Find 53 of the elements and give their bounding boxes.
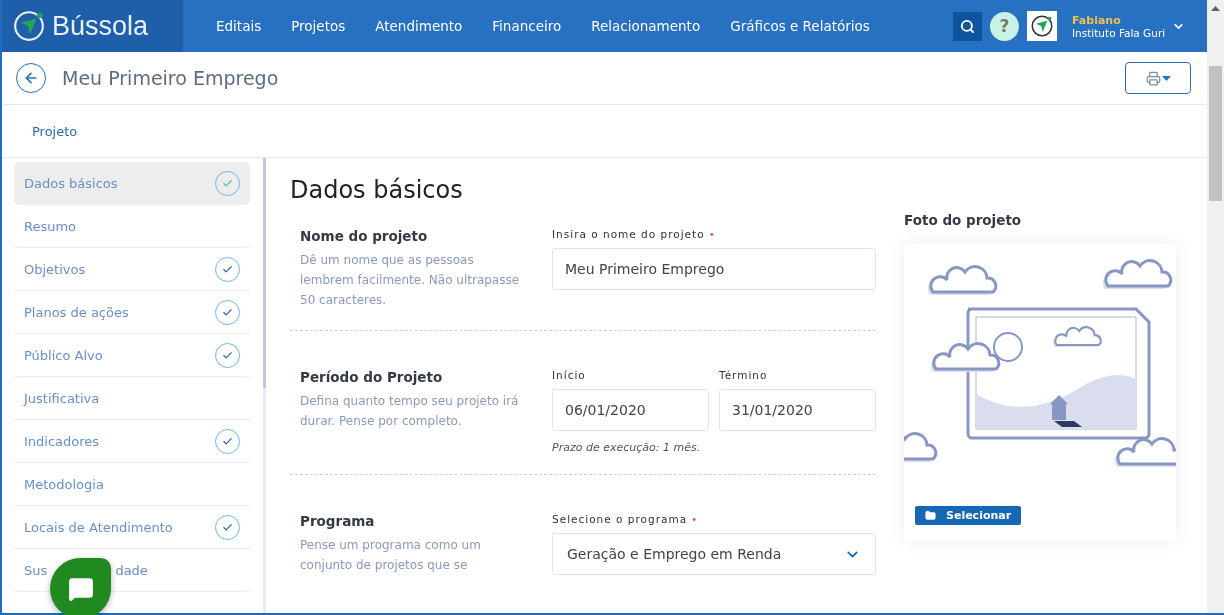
nav-link[interactable]: Gráficos e Relatórios (715, 18, 885, 34)
avatar-icon[interactable] (1027, 11, 1057, 41)
group-description: Dê um nome que as pessoas lembrem facilmente. Não ultrapasse 50 caracteres. (300, 252, 520, 309)
group-description: Pense um programa como um conjunto de projetos que se (300, 537, 482, 574)
compass-logo-icon (12, 9, 46, 43)
sidebar-item[interactable]: Planos de ações (14, 291, 250, 334)
group-title: Período do Projeto (300, 369, 444, 385)
print-button[interactable] (1125, 62, 1191, 94)
sidebar-item[interactable]: Dados básicos (14, 162, 250, 205)
scroll-up-arrow-icon[interactable] (1211, 6, 1220, 11)
field-label: Término (719, 369, 769, 381)
sidebar-item[interactable]: Objetivos (14, 248, 250, 291)
organization-name: Instituto Fala Guri (1072, 26, 1167, 39)
input-field[interactable]: Meu Primeiro Emprego (552, 248, 876, 290)
group-description: Defina quanto tempo seu projeto irá durar. Pense por completo. (300, 393, 520, 430)
nav-link[interactable]: Financeiro (477, 18, 577, 34)
caret-icon (1161, 75, 1171, 81)
search-icon (960, 18, 975, 34)
group-title: Programa (300, 513, 376, 529)
select-photo-button[interactable]: Selecionar (915, 506, 1022, 525)
brand-name: Bússola (52, 10, 149, 42)
nav-link[interactable]: Editais (201, 18, 277, 34)
nav-link[interactable]: Relacionamento (576, 18, 716, 34)
date-field[interactable]: 06/01/2020 (552, 389, 709, 431)
section-title: Dados básicos (290, 176, 464, 204)
scrollbar-thumb[interactable] (1209, 66, 1222, 201)
folder-icon (925, 510, 936, 521)
sidebar-item[interactable]: Locais de Atendimento (14, 506, 250, 549)
field-label: Início (552, 369, 587, 381)
printer-icon (1145, 70, 1161, 86)
field-label: Insira o nome do projeto • (552, 228, 717, 240)
group-title: Nome do projeto (300, 228, 429, 244)
tab[interactable]: Projeto (32, 123, 78, 139)
sidebar-item[interactable]: Resumo (14, 205, 250, 248)
chat-icon (67, 575, 94, 602)
nav-link[interactable]: Atendimento (360, 18, 478, 34)
duration-note: Prazo de execução: 1 mês. (552, 441, 702, 454)
program-select[interactable]: Geração e Emprego em Renda (552, 533, 876, 575)
date-field[interactable]: 31/01/2020 (719, 389, 876, 431)
user-name: Fabiano (1072, 13, 1122, 27)
scrollbar[interactable] (1207, 0, 1224, 613)
sidebar-item[interactable]: Indicadores (14, 420, 250, 463)
back-button[interactable] (16, 63, 46, 93)
page-title: Meu Primeiro Emprego (62, 67, 280, 89)
sidebar-item[interactable]: Metodologia (14, 463, 250, 506)
nav-link[interactable]: Projetos (276, 18, 361, 34)
sidebar-item[interactable]: Público Alvo (14, 334, 250, 377)
help-button[interactable]: ? (990, 11, 1019, 41)
field-label: Selecione o programa • (552, 513, 700, 525)
chat-button[interactable] (50, 558, 111, 615)
search-button[interactable] (953, 11, 982, 41)
sidebar-item[interactable]: Justificativa (14, 377, 250, 420)
photo-title: Foto do projeto (904, 212, 1023, 228)
